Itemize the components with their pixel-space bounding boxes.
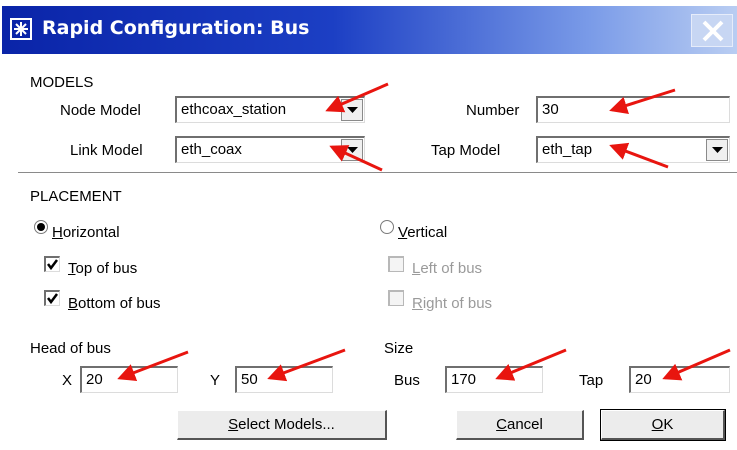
- tap-size-input[interactable]: 20: [629, 366, 730, 393]
- top-of-bus-label[interactable]: Top of bus: [68, 260, 137, 277]
- node-model-dropdown-button[interactable]: [341, 99, 363, 121]
- chevron-down-icon: [712, 147, 723, 153]
- chevron-down-icon: [347, 147, 358, 153]
- close-icon: [702, 20, 724, 42]
- y-label: Y: [210, 372, 221, 389]
- top-of-bus-checkbox[interactable]: [44, 256, 60, 272]
- bus-size-input[interactable]: 170: [445, 366, 543, 393]
- node-model-combo[interactable]: ethcoax_station: [175, 96, 365, 123]
- node-model-value: ethcoax_station: [181, 101, 287, 118]
- link-model-combo[interactable]: eth_coax: [175, 136, 365, 163]
- number-label: Number: [466, 102, 520, 119]
- head-of-bus-heading: Head of bus: [30, 340, 111, 357]
- tap-label: Tap: [579, 372, 604, 389]
- checkmark-icon: [47, 293, 58, 305]
- chevron-down-icon: [347, 107, 358, 113]
- select-models-button[interactable]: Select Models...: [177, 410, 387, 440]
- node-model-label: Node Model: [60, 102, 141, 119]
- window-title: Rapid Configuration: Bus: [42, 17, 310, 39]
- checkmark-icon: [47, 259, 58, 271]
- left-of-bus-checkbox: [388, 256, 404, 272]
- tap-model-label: Tap Model: [431, 142, 501, 159]
- vertical-radio[interactable]: [380, 220, 394, 234]
- ok-button[interactable]: OK: [600, 409, 726, 441]
- number-input[interactable]: 30: [536, 96, 730, 123]
- right-of-bus-label: Right of bus: [412, 295, 493, 312]
- head-y-input[interactable]: 50: [235, 366, 333, 393]
- cancel-button[interactable]: Cancel: [456, 410, 584, 440]
- head-x-input[interactable]: 20: [80, 366, 178, 393]
- title-bar[interactable]: Rapid Configuration: Bus: [2, 6, 737, 54]
- size-heading: Size: [384, 340, 414, 357]
- horizontal-label[interactable]: Horizontal: [52, 224, 120, 241]
- asterisk-icon: [10, 18, 32, 40]
- link-model-dropdown-button[interactable]: [341, 139, 363, 161]
- x-label: X: [62, 372, 73, 389]
- vertical-label[interactable]: Vertical: [398, 224, 447, 241]
- models-heading: MODELS: [30, 74, 94, 91]
- bus-label: Bus: [394, 372, 420, 389]
- bottom-of-bus-label[interactable]: Bottom of bus: [68, 295, 161, 312]
- link-model-value: eth_coax: [181, 141, 242, 158]
- link-model-label: Link Model: [70, 142, 143, 159]
- separator: [18, 172, 737, 174]
- rapid-configuration-dialog: Rapid Configuration: Bus MODELS Node Mod…: [0, 0, 737, 450]
- right-of-bus-checkbox: [388, 290, 404, 306]
- left-of-bus-label: Left of bus: [412, 260, 483, 277]
- tap-model-value: eth_tap: [542, 141, 593, 158]
- placement-heading: PLACEMENT: [30, 188, 122, 205]
- radio-selected-dot: [37, 223, 45, 231]
- close-button[interactable]: [691, 14, 733, 47]
- tap-model-combo[interactable]: eth_tap: [536, 136, 730, 163]
- tap-model-dropdown-button[interactable]: [706, 139, 728, 161]
- bottom-of-bus-checkbox[interactable]: [44, 290, 60, 306]
- horizontal-radio[interactable]: [34, 220, 48, 234]
